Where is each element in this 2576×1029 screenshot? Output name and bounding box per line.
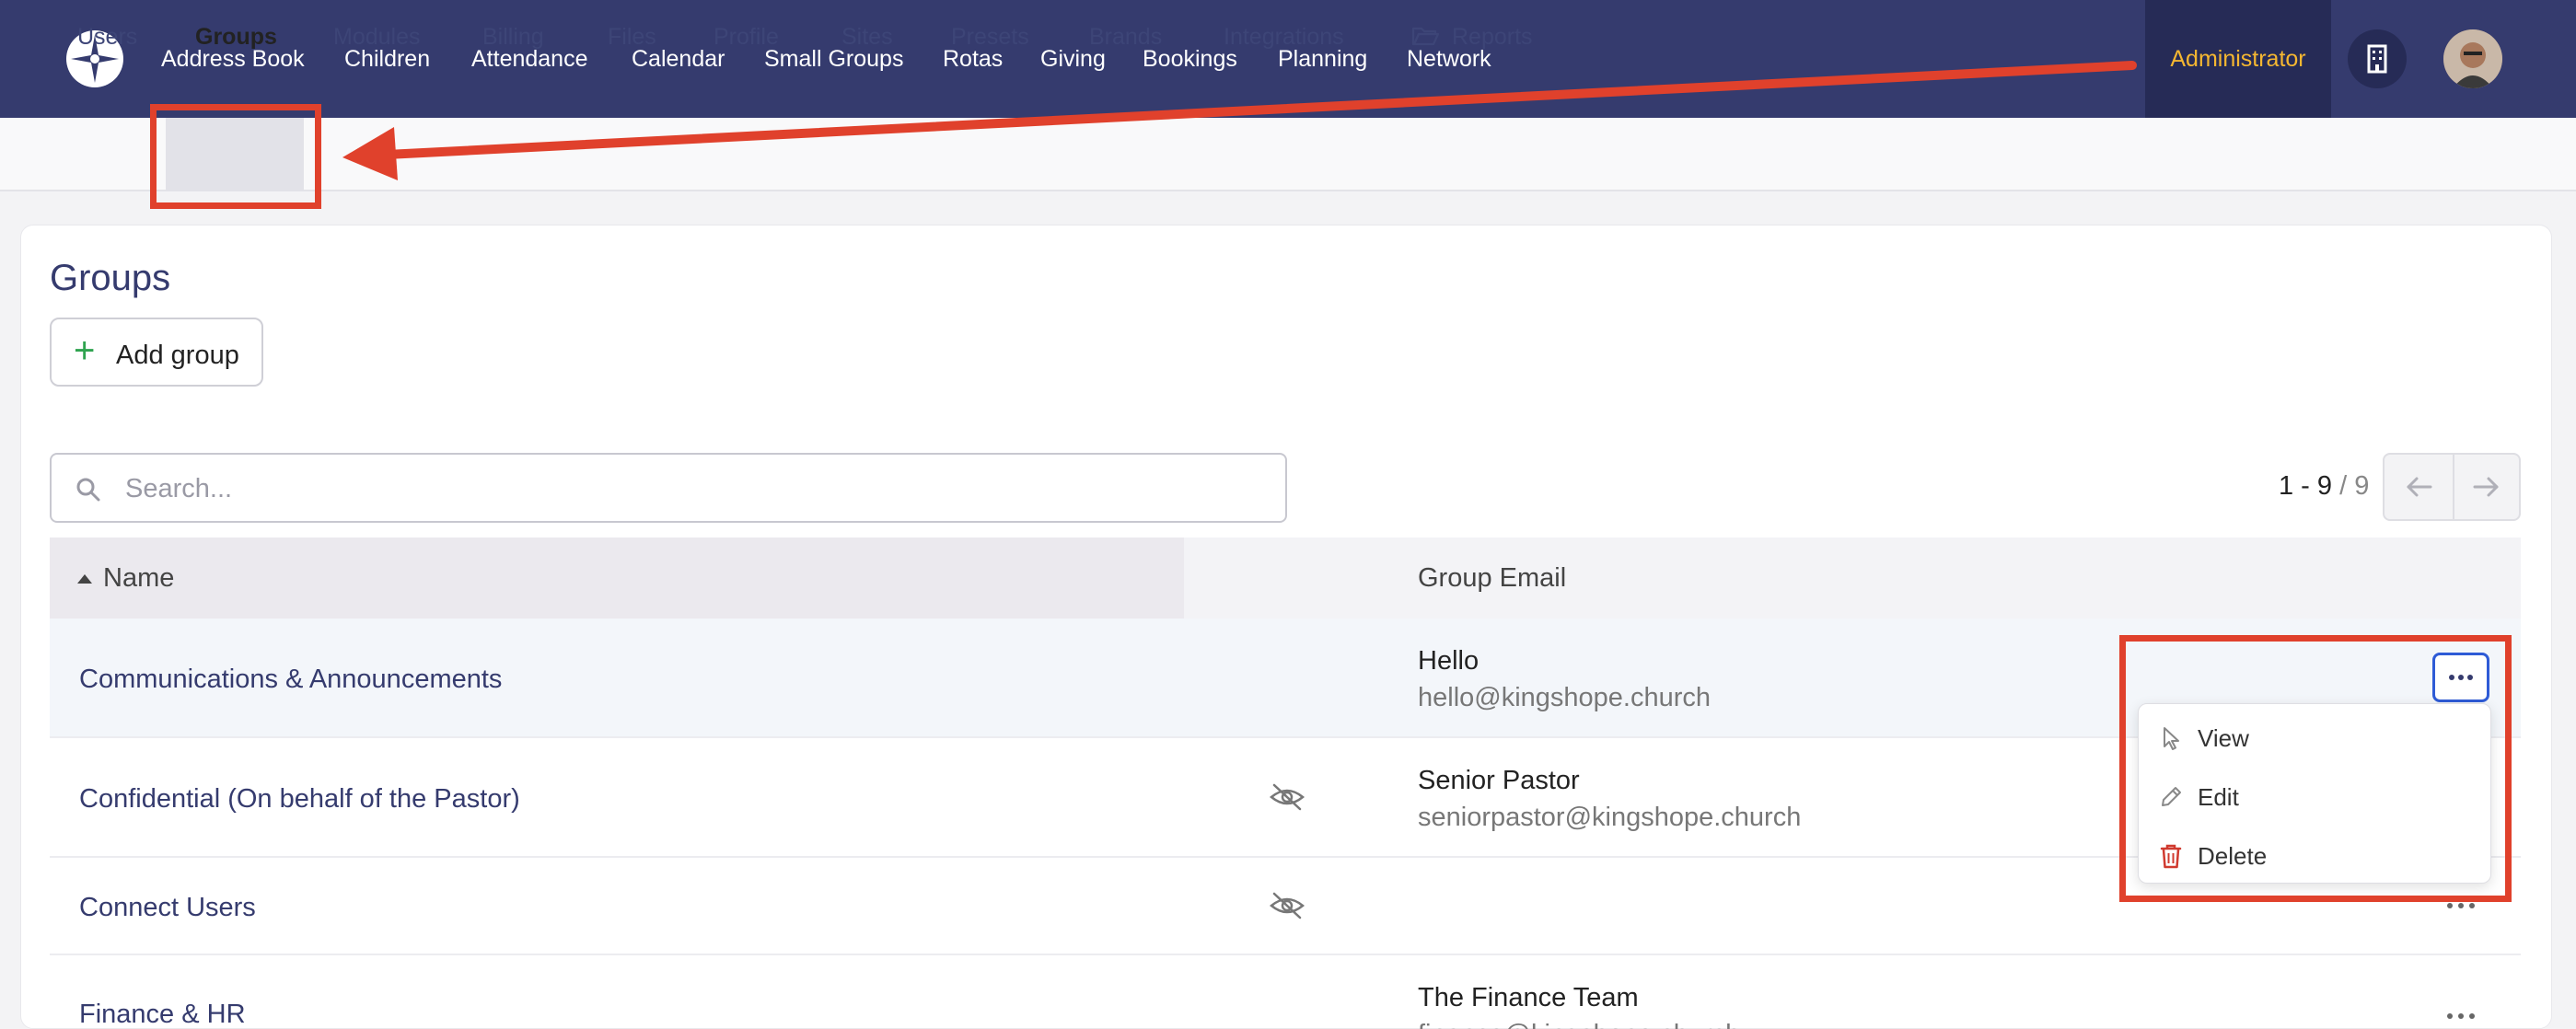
plus-icon: + (74, 330, 96, 371)
pagination-info: 1 - 9 / 9 (2279, 471, 2369, 502)
settings-subnav (0, 118, 2576, 191)
name-column-header[interactable]: Name (103, 563, 174, 594)
group-email-address: seniorpastor@kingshope.church (1418, 803, 1802, 832)
group-email-address: hello@kingshope.church (1418, 683, 1712, 712)
row-actions-dots-icon[interactable] (2444, 1012, 2477, 1021)
annotation-menu-highlight (2119, 635, 2512, 902)
subnav-brands[interactable]: Brands (1089, 0, 1162, 74)
subnav-reports[interactable]: Reports (1411, 0, 1533, 74)
group-email-column-header: Group Email (1418, 563, 1567, 593)
hidden-eye-slash-icon (1270, 892, 1305, 919)
group-email-title: Hello (1418, 646, 1479, 676)
subnav-integrations[interactable]: Integrations (1224, 0, 1344, 74)
group-name-link[interactable]: Finance & HR (79, 1000, 246, 1029)
sort-ascending-icon (77, 574, 92, 584)
name-header-cell[interactable] (50, 538, 1184, 619)
group-email-title: Senior Pastor (1418, 766, 1580, 795)
folder-open-icon (1411, 27, 1440, 46)
table-row[interactable] (50, 955, 2521, 1029)
group-email-title: The Finance Team (1418, 983, 1639, 1012)
group-name-link[interactable]: Communications & Announcements (79, 665, 502, 695)
administrator-menu[interactable]: Administrator (2145, 0, 2331, 118)
subnav-users[interactable]: Users (77, 0, 137, 74)
subnav-billing[interactable]: Billing (482, 0, 544, 74)
arrow-left-icon (2407, 477, 2432, 497)
next-page-button[interactable] (2454, 455, 2519, 519)
pagination-range: 1 - 9 (2279, 471, 2333, 501)
arrow-right-icon (2473, 477, 2499, 497)
subnav-files[interactable]: Files (608, 0, 656, 74)
search-field[interactable] (50, 453, 1287, 523)
pagination-total: / 9 (2339, 471, 2370, 501)
group-email-address: finance@kingshope.church (1418, 1020, 1740, 1029)
search-icon (76, 478, 100, 502)
subnav-profile[interactable]: Profile (714, 0, 779, 74)
add-group-button[interactable]: + Add group (50, 318, 263, 387)
group-name-link[interactable]: Confidential (On behalf of the Pastor) (79, 784, 520, 815)
row-actions-dots-icon[interactable] (2444, 901, 2477, 910)
search-input[interactable] (125, 471, 1230, 506)
user-avatar[interactable] (2443, 29, 2502, 88)
subnav-modules[interactable]: Modules (333, 0, 421, 74)
page-title: Groups (50, 258, 171, 298)
subnav-groups[interactable]: Groups (195, 0, 277, 74)
group-name-link[interactable]: Connect Users (79, 893, 256, 923)
subnav-presets[interactable]: Presets (951, 0, 1029, 74)
subnav-sites[interactable]: Sites (841, 0, 893, 74)
subnav-reports-label: Reports (1452, 24, 1533, 50)
pagination-controls (2383, 453, 2521, 521)
previous-page-button[interactable] (2385, 455, 2453, 519)
add-group-label: Add group (116, 341, 239, 370)
building-icon[interactable] (2348, 29, 2407, 88)
hidden-eye-slash-icon (1270, 783, 1305, 811)
annotation-groups-highlight (150, 104, 321, 209)
